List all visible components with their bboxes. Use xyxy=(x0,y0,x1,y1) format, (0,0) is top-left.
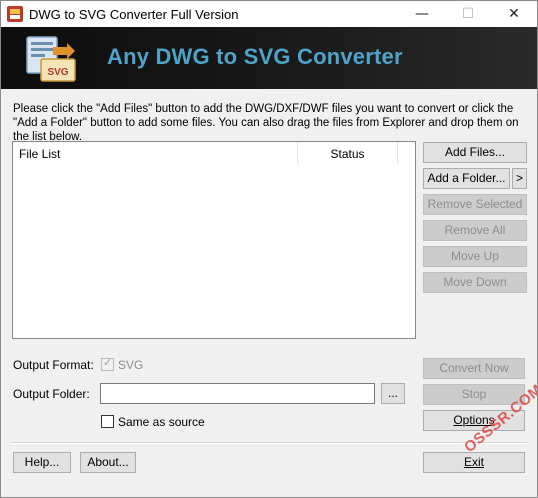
svg-format-label: SVG xyxy=(118,358,144,372)
column-header-status[interactable]: Status xyxy=(298,142,398,164)
footer-divider xyxy=(11,442,527,444)
add-files-label: Add Files... xyxy=(444,145,506,159)
output-folder-input[interactable] xyxy=(100,383,375,404)
exit-button[interactable]: Exit xyxy=(423,452,525,473)
help-button[interactable]: Help... xyxy=(13,452,71,473)
output-format-label: Output Format: xyxy=(13,358,94,372)
window-title: DWG to SVG Converter Full Version xyxy=(29,7,239,22)
exit-label: Exit xyxy=(463,455,484,469)
title-bar[interactable]: DWG to SVG Converter Full Version — ☐ ✕ xyxy=(1,1,537,27)
about-button[interactable]: About... xyxy=(80,452,136,473)
instructions-text: Please click the "Add Files" button to a… xyxy=(13,103,519,143)
dwg-svg-logo-icon: SVG xyxy=(26,36,76,82)
header-banner: SVG Any DWG to SVG Converter xyxy=(1,27,537,89)
same-as-source-checkbox[interactable] xyxy=(101,415,114,428)
output-folder-label: Output Folder: xyxy=(13,387,90,401)
minimize-button[interactable]: — xyxy=(399,1,445,27)
remove-all-button[interactable]: Remove All xyxy=(423,220,527,241)
close-button[interactable]: ✕ xyxy=(491,1,537,27)
remove-selected-button[interactable]: Remove Selected xyxy=(423,194,527,215)
maximize-button[interactable]: ☐ xyxy=(445,1,491,27)
svg-format-checkbox[interactable] xyxy=(101,356,114,371)
banner-title: Any DWG to SVG Converter xyxy=(107,44,403,69)
file-list[interactable]: File List Status xyxy=(12,141,416,339)
add-files-button[interactable]: Add Files... xyxy=(423,142,527,163)
move-up-button[interactable]: Move Up xyxy=(423,246,527,267)
browse-folder-button[interactable]: ... xyxy=(381,383,405,404)
add-folder-menu-button[interactable]: > xyxy=(512,168,527,189)
column-header-file-list[interactable]: File List xyxy=(13,142,298,164)
move-down-button[interactable]: Move Down xyxy=(423,272,527,293)
logo-label: SVG xyxy=(47,67,68,78)
app-window: DWG to SVG Converter Full Version — ☐ ✕ … xyxy=(0,0,538,498)
add-folder-label: Add a Folder... xyxy=(427,171,506,185)
app-icon[interactable] xyxy=(7,6,23,22)
same-as-source-label[interactable]: Same as source xyxy=(118,415,205,429)
convert-now-button[interactable]: Convert Now xyxy=(423,358,525,379)
file-list-header: File List Status xyxy=(13,142,415,164)
add-folder-button[interactable]: Add a Folder... xyxy=(423,168,510,189)
